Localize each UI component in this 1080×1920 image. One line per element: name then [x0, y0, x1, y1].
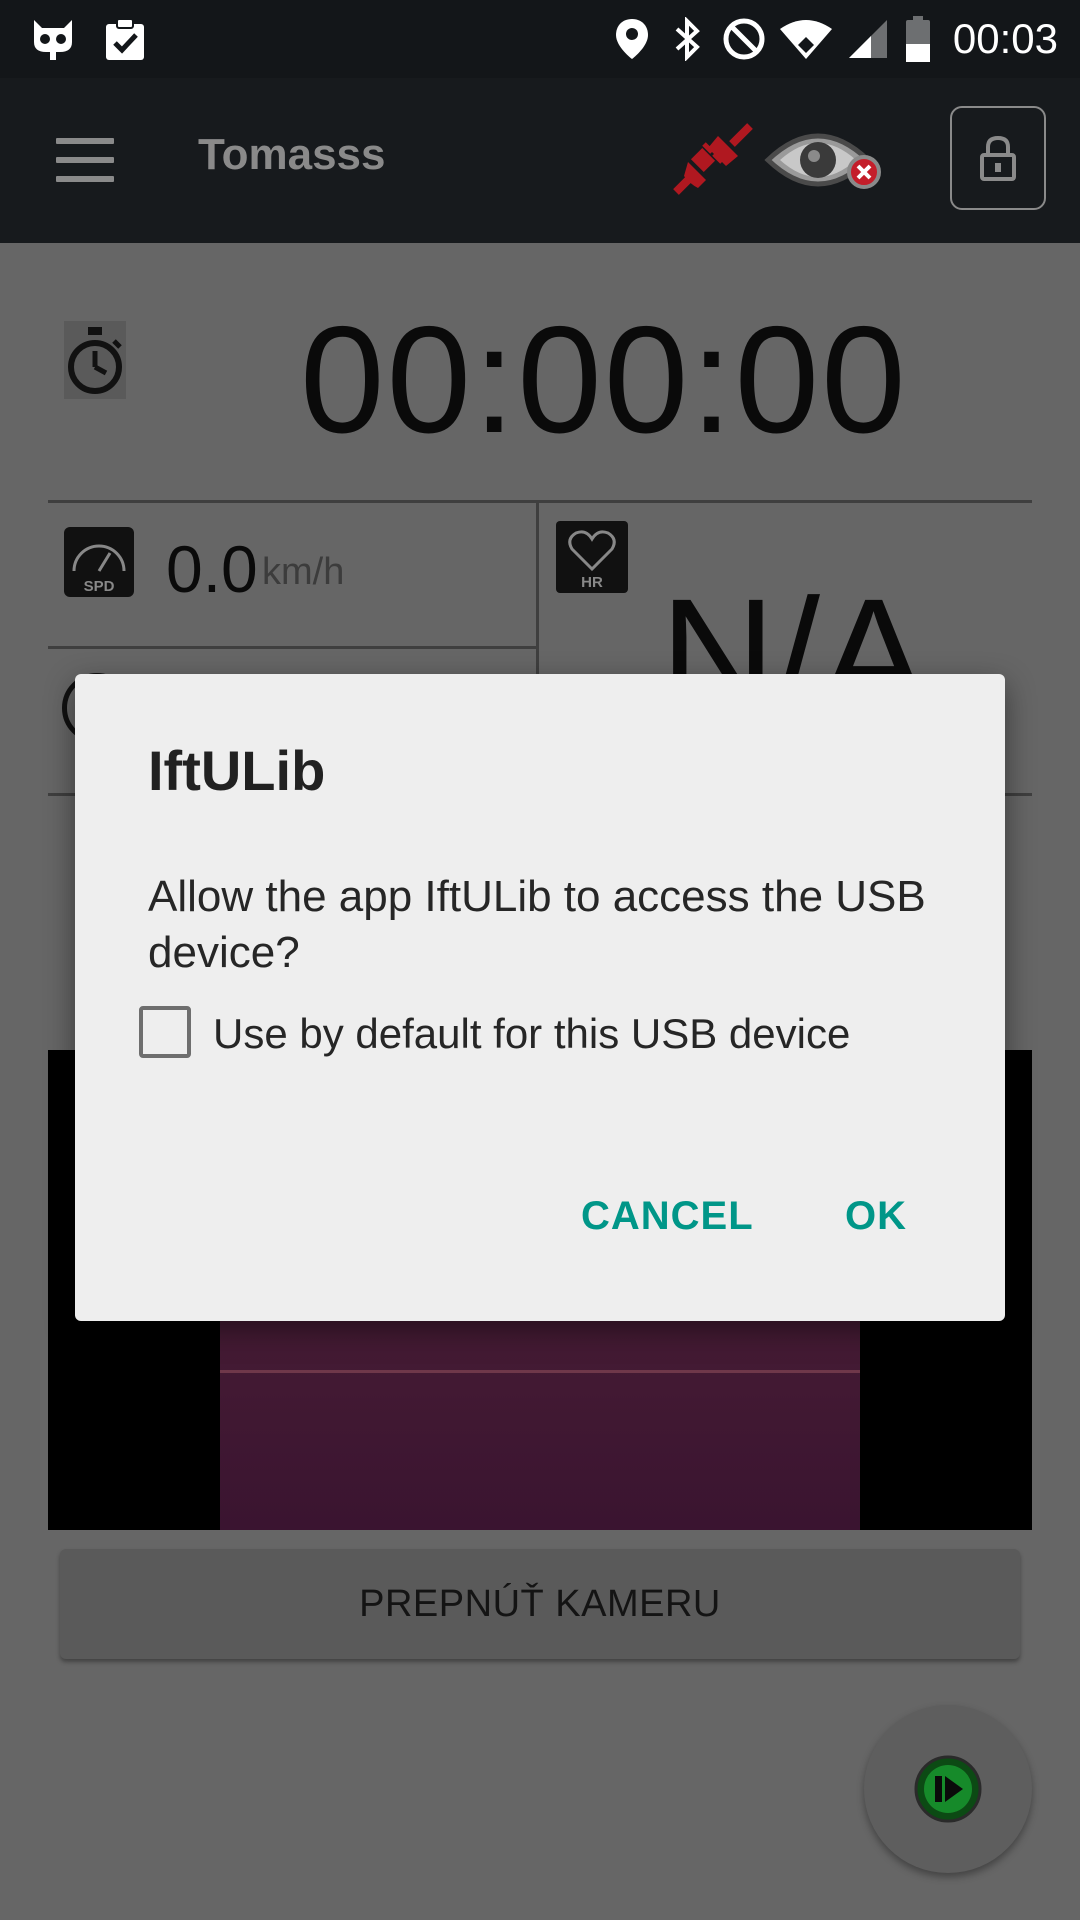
- location-icon: [609, 16, 655, 62]
- cyanogen-icon: [30, 16, 76, 62]
- default-checkbox-label[interactable]: Use by default for this USB device: [213, 1010, 850, 1058]
- speedometer-icon: SPD: [64, 527, 134, 597]
- do-not-disturb-icon: [721, 16, 767, 62]
- toolbar-title: Tomasss: [198, 130, 386, 179]
- lock-icon: [980, 135, 1016, 181]
- lock-button[interactable]: [950, 106, 1046, 210]
- signal-icon: [845, 16, 891, 62]
- speed-value: 0.0: [166, 532, 258, 606]
- default-checkbox[interactable]: [139, 1006, 191, 1058]
- switch-camera-button[interactable]: PREPNÚŤ KAMERU: [60, 1549, 1020, 1659]
- stopwatch-icon: [64, 321, 126, 399]
- status-clock: 00:03: [952, 15, 1058, 62]
- speed-unit: km/h: [262, 551, 345, 593]
- battery-icon: [901, 16, 935, 62]
- wifi-icon: [777, 16, 835, 62]
- clipboard-check-icon: [102, 16, 148, 62]
- ok-button[interactable]: OK: [845, 1194, 907, 1239]
- cancel-button[interactable]: CANCEL: [581, 1194, 754, 1239]
- start-button[interactable]: [864, 1705, 1032, 1873]
- dialog-message: Allow the app IftULib to access the USB …: [148, 872, 926, 977]
- usb-permission-dialog: IftULib Allow the app IftULib to access …: [75, 674, 1005, 1321]
- divider: [48, 646, 538, 649]
- status-bar: 00:03: [0, 0, 1080, 78]
- hr-icon-label: HR: [581, 574, 603, 591]
- divider: [48, 500, 1032, 503]
- eye-closed-icon[interactable]: [764, 118, 892, 202]
- speed-icon-label: SPD: [84, 578, 115, 595]
- bluetooth-icon: [665, 16, 711, 62]
- app-toolbar: Tomasss: [0, 78, 1080, 243]
- timer-display: 00:00:00: [300, 295, 908, 465]
- plug-disconnected-icon[interactable]: [668, 118, 758, 200]
- heart-rate-icon: HR: [556, 521, 628, 593]
- menu-icon[interactable]: [56, 138, 114, 182]
- dialog-title: IftULib: [148, 739, 326, 802]
- play-icon: [914, 1755, 982, 1823]
